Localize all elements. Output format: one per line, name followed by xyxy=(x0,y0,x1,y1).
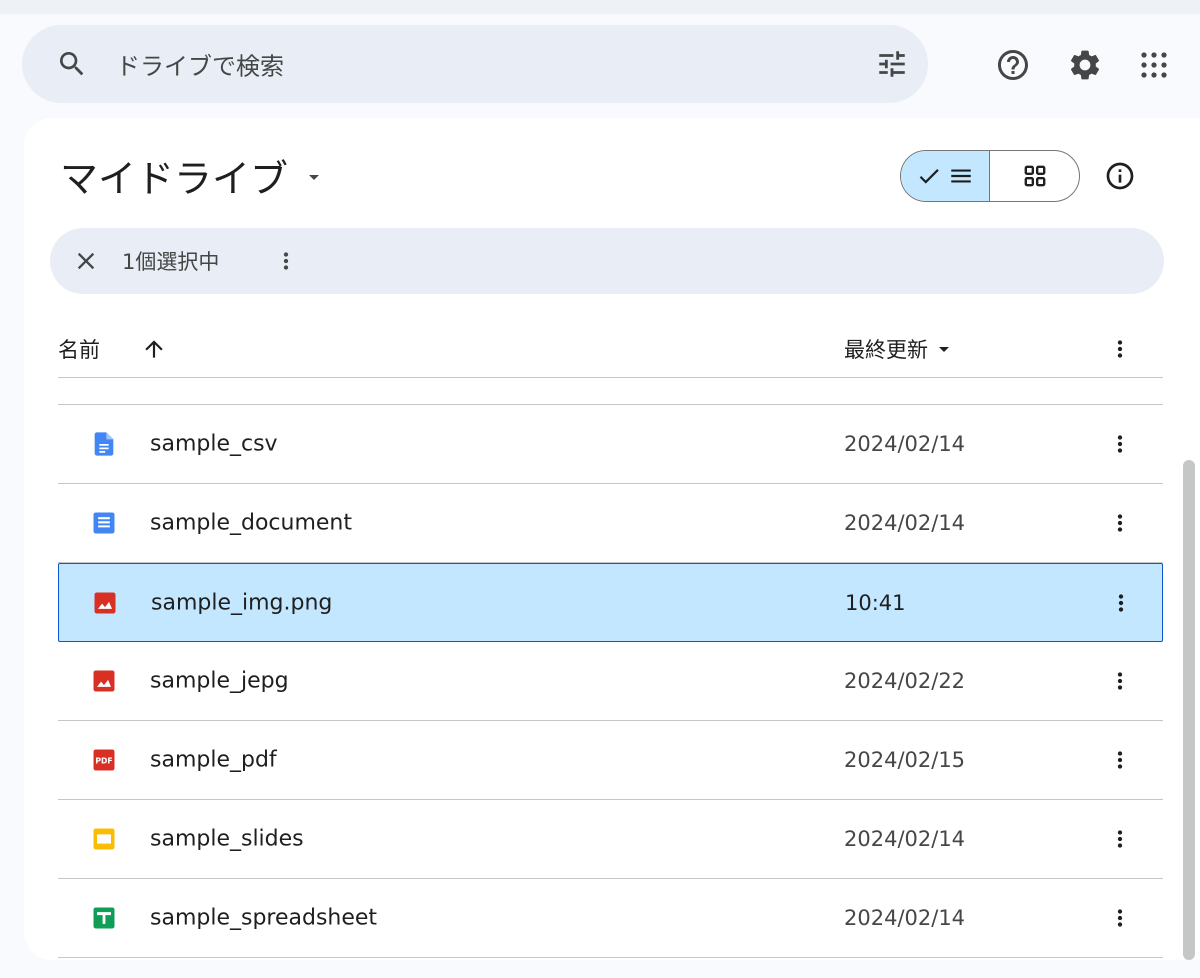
scrollbar-thumb[interactable] xyxy=(1183,460,1195,960)
caret-down-icon xyxy=(309,175,320,180)
grid-icon xyxy=(1024,165,1045,187)
file-modified: 2024/02/14 xyxy=(844,827,966,851)
details-button[interactable] xyxy=(1094,150,1146,202)
file-name: sample_jepg xyxy=(150,668,289,694)
more-vert-icon xyxy=(1117,435,1123,453)
close-icon xyxy=(77,252,95,270)
row-more-button[interactable] xyxy=(1098,817,1142,861)
more-vert-icon xyxy=(1117,514,1123,532)
more-vert-icon xyxy=(1118,593,1124,612)
selection-count: 1個選択中 xyxy=(122,250,220,274)
sort-direction-button[interactable] xyxy=(140,335,168,363)
page-title-text: マイドライブ xyxy=(60,156,289,201)
row-more-button[interactable] xyxy=(1098,659,1142,703)
tune-icon xyxy=(879,51,905,77)
apps-grid-icon xyxy=(1141,52,1167,78)
column-modified[interactable]: 最終更新 xyxy=(844,334,956,364)
caret-down-icon xyxy=(939,346,949,352)
more-vert-icon xyxy=(1117,751,1123,769)
pdf-file-icon: PDF xyxy=(93,749,115,771)
file-modified: 2024/02/14 xyxy=(844,432,966,456)
google-docs-icon xyxy=(93,512,115,534)
file-row-selected[interactable]: sample_img.png 10:41 xyxy=(58,563,1163,642)
file-modified: 10:41 xyxy=(845,590,906,615)
image-file-icon xyxy=(94,592,116,613)
search-icon[interactable] xyxy=(56,48,88,80)
image-file-icon xyxy=(93,670,115,692)
search-options-button[interactable] xyxy=(864,36,920,92)
docs-file-icon xyxy=(94,432,114,456)
clear-selection-button[interactable] xyxy=(62,237,110,285)
view-toggle[interactable] xyxy=(900,150,1080,202)
file-name: sample_csv xyxy=(150,431,278,457)
row-more-button[interactable] xyxy=(1098,422,1142,466)
row-more-button[interactable] xyxy=(1099,581,1143,625)
more-vert-icon xyxy=(1117,672,1123,690)
file-list: sample_csv 2024/02/14 sample_document 20… xyxy=(58,405,1163,958)
more-vert-icon xyxy=(283,252,289,270)
file-modified: 2024/02/14 xyxy=(844,511,966,535)
file-row[interactable]: sample_spreadsheet 2024/02/14 xyxy=(58,879,1163,958)
list-icon xyxy=(951,169,971,183)
info-icon xyxy=(1106,162,1134,190)
file-modified: 2024/02/22 xyxy=(844,669,966,693)
file-row[interactable]: PDF sample_pdf 2024/02/15 xyxy=(58,721,1163,800)
svg-text:PDF: PDF xyxy=(95,757,112,766)
file-modified: 2024/02/14 xyxy=(844,906,966,930)
google-slides-icon xyxy=(93,828,115,850)
file-name: sample_spreadsheet xyxy=(150,905,378,931)
settings-button[interactable] xyxy=(1059,39,1111,91)
more-vert-icon xyxy=(1117,830,1123,848)
file-name: sample_img.png xyxy=(151,590,333,615)
browser-top-strip xyxy=(0,0,1200,14)
column-name[interactable]: 名前 xyxy=(58,334,100,364)
grid-view-button[interactable] xyxy=(990,151,1079,201)
file-name: sample_pdf xyxy=(150,747,277,773)
row-more-button[interactable] xyxy=(1098,738,1142,782)
row-more-button[interactable] xyxy=(1098,896,1142,940)
search-input[interactable]: ドライブで検索 xyxy=(116,47,284,82)
file-name: sample_slides xyxy=(150,826,304,852)
page-title[interactable]: マイドライブ xyxy=(60,150,326,201)
selection-more-button[interactable] xyxy=(262,237,310,285)
file-row[interactable]: sample_jepg 2024/02/22 xyxy=(58,642,1163,721)
row-more-button[interactable] xyxy=(1098,501,1142,545)
file-modified: 2024/02/15 xyxy=(844,748,966,772)
column-header: 名前 最終更新 xyxy=(58,320,1163,378)
selection-bar: 1個選択中 xyxy=(50,228,1164,294)
file-row[interactable]: sample_csv 2024/02/14 xyxy=(58,405,1163,484)
apps-button[interactable] xyxy=(1128,39,1180,91)
list-view-button[interactable] xyxy=(901,151,990,201)
help-icon xyxy=(998,50,1028,80)
file-row[interactable]: sample_document 2024/02/14 xyxy=(58,484,1163,563)
more-vert-icon xyxy=(1117,909,1123,927)
check-icon xyxy=(919,169,939,184)
arrow-up-icon xyxy=(145,339,163,358)
help-button[interactable] xyxy=(987,39,1039,91)
search-bar[interactable]: ドライブで検索 xyxy=(22,25,928,103)
google-sheets-icon xyxy=(93,907,115,929)
file-name: sample_document xyxy=(150,510,352,536)
column-more-button[interactable] xyxy=(1098,327,1142,371)
file-row[interactable]: sample_slides 2024/02/14 xyxy=(58,800,1163,879)
settings-icon xyxy=(1070,50,1100,80)
more-vert-icon xyxy=(1117,339,1123,358)
column-modified-label: 最終更新 xyxy=(844,337,928,362)
